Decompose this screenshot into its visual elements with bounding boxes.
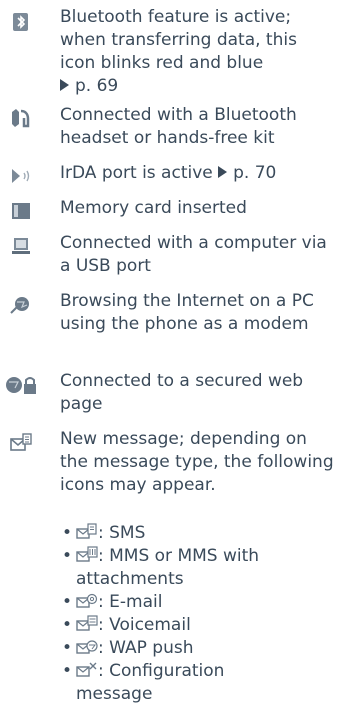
voicemail-icon <box>76 615 98 633</box>
legend-text-new-message: New message; depending on the message ty… <box>60 429 334 495</box>
legend-text-bluetooth-headset: Connected with a Bluetooth headset or ha… <box>60 105 297 148</box>
page-ref-irda: p. 70 <box>218 163 276 183</box>
list-item: •: Configuration message <box>62 661 225 704</box>
memory-card-icon <box>9 199 33 223</box>
modem-browse-icon <box>9 293 33 317</box>
list-item: •: MMS or MMS with attachments <box>62 546 260 589</box>
list-item: •: SMS <box>62 523 146 543</box>
legend-text-memory-card: Memory card inserted <box>60 198 247 218</box>
wap-push-icon <box>76 638 98 656</box>
secured-web-icon <box>4 373 40 397</box>
irda-icon <box>9 164 33 188</box>
legend-text-computer: Connected with a computer via a USB port <box>60 233 327 276</box>
legend-text-modem-browse: Browsing the Internet on a PC using the … <box>60 291 314 334</box>
list-item: •: Voicemail <box>62 615 191 635</box>
list-item: •: E-mail <box>62 592 163 612</box>
new-message-icon <box>9 431 33 455</box>
page-ref-bluetooth: p. 69 <box>60 76 118 96</box>
icon-legend-page: Bluetooth feature is active; when transf… <box>0 0 338 710</box>
bluetooth-headset-icon <box>9 106 33 130</box>
list-item: •: WAP push <box>62 638 194 658</box>
computer-icon <box>9 234 33 258</box>
mms-icon <box>76 546 98 564</box>
message-types-list: •: SMS •: MMS or MMS with attachments •:… <box>62 522 336 706</box>
configuration-icon <box>76 661 98 679</box>
legend-text-irda: IrDA port is active p. 70 <box>60 163 277 183</box>
legend-text-secured-web: Connected to a secured web page <box>60 371 304 414</box>
bluetooth-icon <box>9 10 33 34</box>
email-icon <box>76 592 98 610</box>
sms-icon <box>76 523 98 541</box>
legend-text-bluetooth: Bluetooth feature is active; when transf… <box>60 7 297 96</box>
